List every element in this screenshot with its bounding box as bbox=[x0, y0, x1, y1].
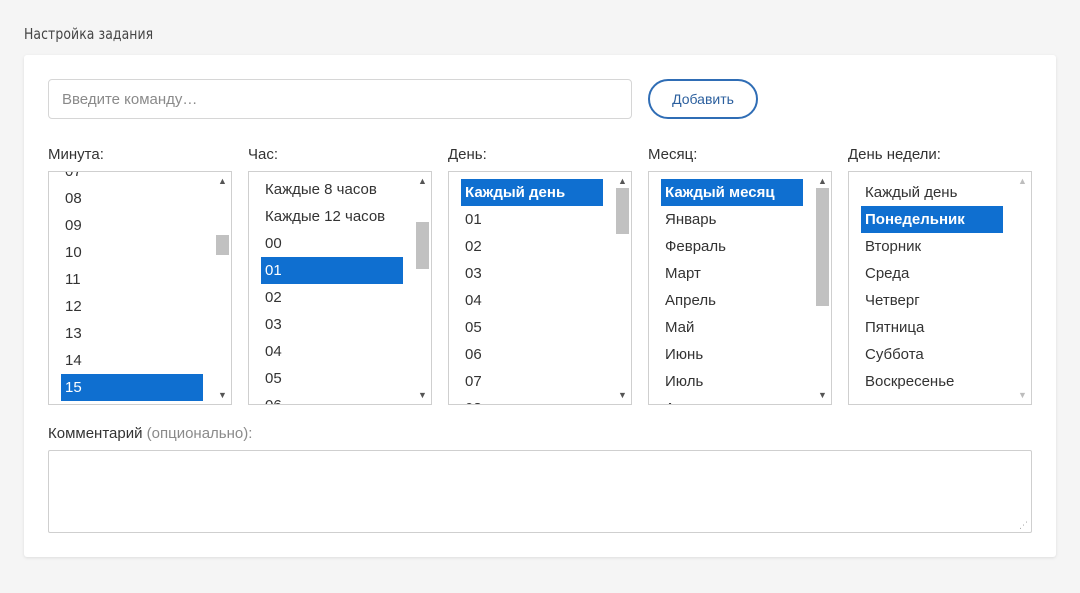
weekday-column: День недели: Каждый день Понедельник Вто… bbox=[848, 145, 1032, 405]
list-option[interactable]: 10 bbox=[61, 239, 203, 266]
minute-scrollbar[interactable]: ▲ ▼ bbox=[215, 173, 230, 403]
list-option[interactable]: Четверг bbox=[861, 287, 1003, 314]
weekday-listbox[interactable]: Каждый день Понедельник Вторник Среда Че… bbox=[848, 171, 1032, 405]
minute-label: Минута: bbox=[48, 146, 104, 163]
list-option[interactable]: 11 bbox=[61, 266, 203, 293]
hour-label: Час: bbox=[248, 146, 279, 163]
scroll-down-icon[interactable]: ▼ bbox=[815, 388, 830, 402]
list-option[interactable]: 08 bbox=[61, 185, 203, 212]
scroll-thumb[interactable] bbox=[816, 188, 829, 306]
minute-column: Минута: 07 08 09 10 11 12 13 14 15 ▲ ▼ bbox=[48, 145, 232, 405]
list-option[interactable]: Май bbox=[661, 314, 803, 341]
scroll-thumb[interactable] bbox=[216, 235, 229, 255]
list-option[interactable]: 08 bbox=[461, 395, 603, 404]
list-option[interactable]: Март bbox=[661, 260, 803, 287]
list-option[interactable]: Пятница bbox=[861, 314, 1003, 341]
list-option[interactable]: Январь bbox=[661, 206, 803, 233]
list-option[interactable]: 13 bbox=[61, 320, 203, 347]
list-option-selected[interactable]: Каждый месяц bbox=[661, 179, 803, 206]
weekday-scrollbar: ▲ ▼ bbox=[1015, 173, 1030, 403]
list-option-selected[interactable]: Каждый день bbox=[461, 179, 603, 206]
list-option[interactable]: 07 bbox=[461, 368, 603, 395]
list-option[interactable]: 09 bbox=[61, 212, 203, 239]
list-option[interactable]: Каждые 8 часов bbox=[261, 176, 403, 203]
day-column: День: Каждый день 01 02 03 04 05 06 07 0… bbox=[448, 145, 632, 405]
list-option[interactable]: Июль bbox=[661, 368, 803, 395]
month-column: Месяц: Каждый месяц Январь Февраль Март … bbox=[648, 145, 832, 405]
list-option[interactable]: Воскресенье bbox=[861, 368, 1003, 395]
list-option[interactable]: Апрель bbox=[661, 287, 803, 314]
page-title: Настройка задания bbox=[24, 25, 154, 43]
scroll-down-icon[interactable]: ▼ bbox=[215, 388, 230, 402]
list-option[interactable]: Каждые 12 часов bbox=[261, 203, 403, 230]
list-option[interactable]: 14 bbox=[61, 347, 203, 374]
weekday-label: День недели: bbox=[848, 146, 941, 163]
hour-column: Час: Каждые 8 часов Каждые 12 часов 00 0… bbox=[248, 145, 432, 405]
list-option[interactable]: 01 bbox=[461, 206, 603, 233]
list-option-selected[interactable]: Понедельник bbox=[861, 206, 1003, 233]
command-input[interactable] bbox=[48, 79, 632, 119]
hour-scrollbar[interactable]: ▲ ▼ bbox=[415, 173, 430, 403]
scroll-up-icon[interactable]: ▲ bbox=[815, 174, 830, 188]
scroll-up-icon[interactable]: ▲ bbox=[615, 174, 630, 188]
list-option[interactable]: 03 bbox=[261, 311, 403, 338]
scroll-thumb[interactable] bbox=[416, 222, 429, 269]
scroll-down-icon[interactable]: ▼ bbox=[415, 388, 430, 402]
list-option-selected[interactable]: 15 bbox=[61, 374, 203, 401]
list-option[interactable]: 05 bbox=[461, 314, 603, 341]
list-option[interactable]: 00 bbox=[261, 230, 403, 257]
resize-grip-icon[interactable]: ⋰ bbox=[1019, 521, 1028, 530]
list-option[interactable]: Каждый день bbox=[861, 179, 1003, 206]
job-settings-card: Добавить Минута: 07 08 09 10 11 12 13 14… bbox=[24, 55, 1056, 557]
scroll-up-icon: ▲ bbox=[1018, 176, 1027, 186]
list-option[interactable]: 06 bbox=[461, 341, 603, 368]
scroll-up-icon[interactable]: ▲ bbox=[415, 174, 430, 188]
list-option-selected[interactable]: 01 bbox=[261, 257, 403, 284]
list-option[interactable]: Среда bbox=[861, 260, 1003, 287]
hour-listbox[interactable]: Каждые 8 часов Каждые 12 часов 00 01 02 … bbox=[248, 171, 432, 405]
scroll-thumb[interactable] bbox=[616, 188, 629, 234]
comment-label-hint: (опционально): bbox=[146, 425, 253, 442]
list-option[interactable]: Вторник bbox=[861, 233, 1003, 260]
list-option[interactable]: 07 bbox=[61, 172, 203, 185]
scroll-down-icon[interactable]: ▼ bbox=[615, 388, 630, 402]
scroll-down-icon: ▼ bbox=[1018, 390, 1027, 400]
list-option[interactable]: Июнь bbox=[661, 341, 803, 368]
scroll-up-icon[interactable]: ▲ bbox=[215, 174, 230, 188]
comment-label-text: Комментарий bbox=[48, 425, 143, 442]
list-option[interactable]: 05 bbox=[261, 365, 403, 392]
month-label: Месяц: bbox=[648, 146, 698, 163]
month-scrollbar[interactable]: ▲ ▼ bbox=[815, 173, 830, 403]
add-button[interactable]: Добавить bbox=[648, 79, 758, 119]
list-option[interactable]: 12 bbox=[61, 293, 203, 320]
list-option[interactable]: 04 bbox=[461, 287, 603, 314]
list-option[interactable]: 02 bbox=[461, 233, 603, 260]
list-option[interactable]: 06 bbox=[261, 392, 403, 404]
list-option[interactable]: Суббота bbox=[861, 341, 1003, 368]
list-option[interactable]: 04 bbox=[261, 338, 403, 365]
comment-textarea[interactable]: ⋰ bbox=[48, 450, 1032, 533]
minute-listbox[interactable]: 07 08 09 10 11 12 13 14 15 ▲ ▼ bbox=[48, 171, 232, 405]
list-option[interactable]: Февраль bbox=[661, 233, 803, 260]
comment-label: Комментарий (опционально): bbox=[48, 425, 252, 442]
list-option[interactable]: 02 bbox=[261, 284, 403, 311]
list-option[interactable]: 03 bbox=[461, 260, 603, 287]
list-option[interactable]: Август bbox=[661, 395, 803, 404]
day-scrollbar[interactable]: ▲ ▼ bbox=[615, 173, 630, 403]
day-label: День: bbox=[448, 146, 487, 163]
month-listbox[interactable]: Каждый месяц Январь Февраль Март Апрель … bbox=[648, 171, 832, 405]
day-listbox[interactable]: Каждый день 01 02 03 04 05 06 07 08 ▲ ▼ bbox=[448, 171, 632, 405]
